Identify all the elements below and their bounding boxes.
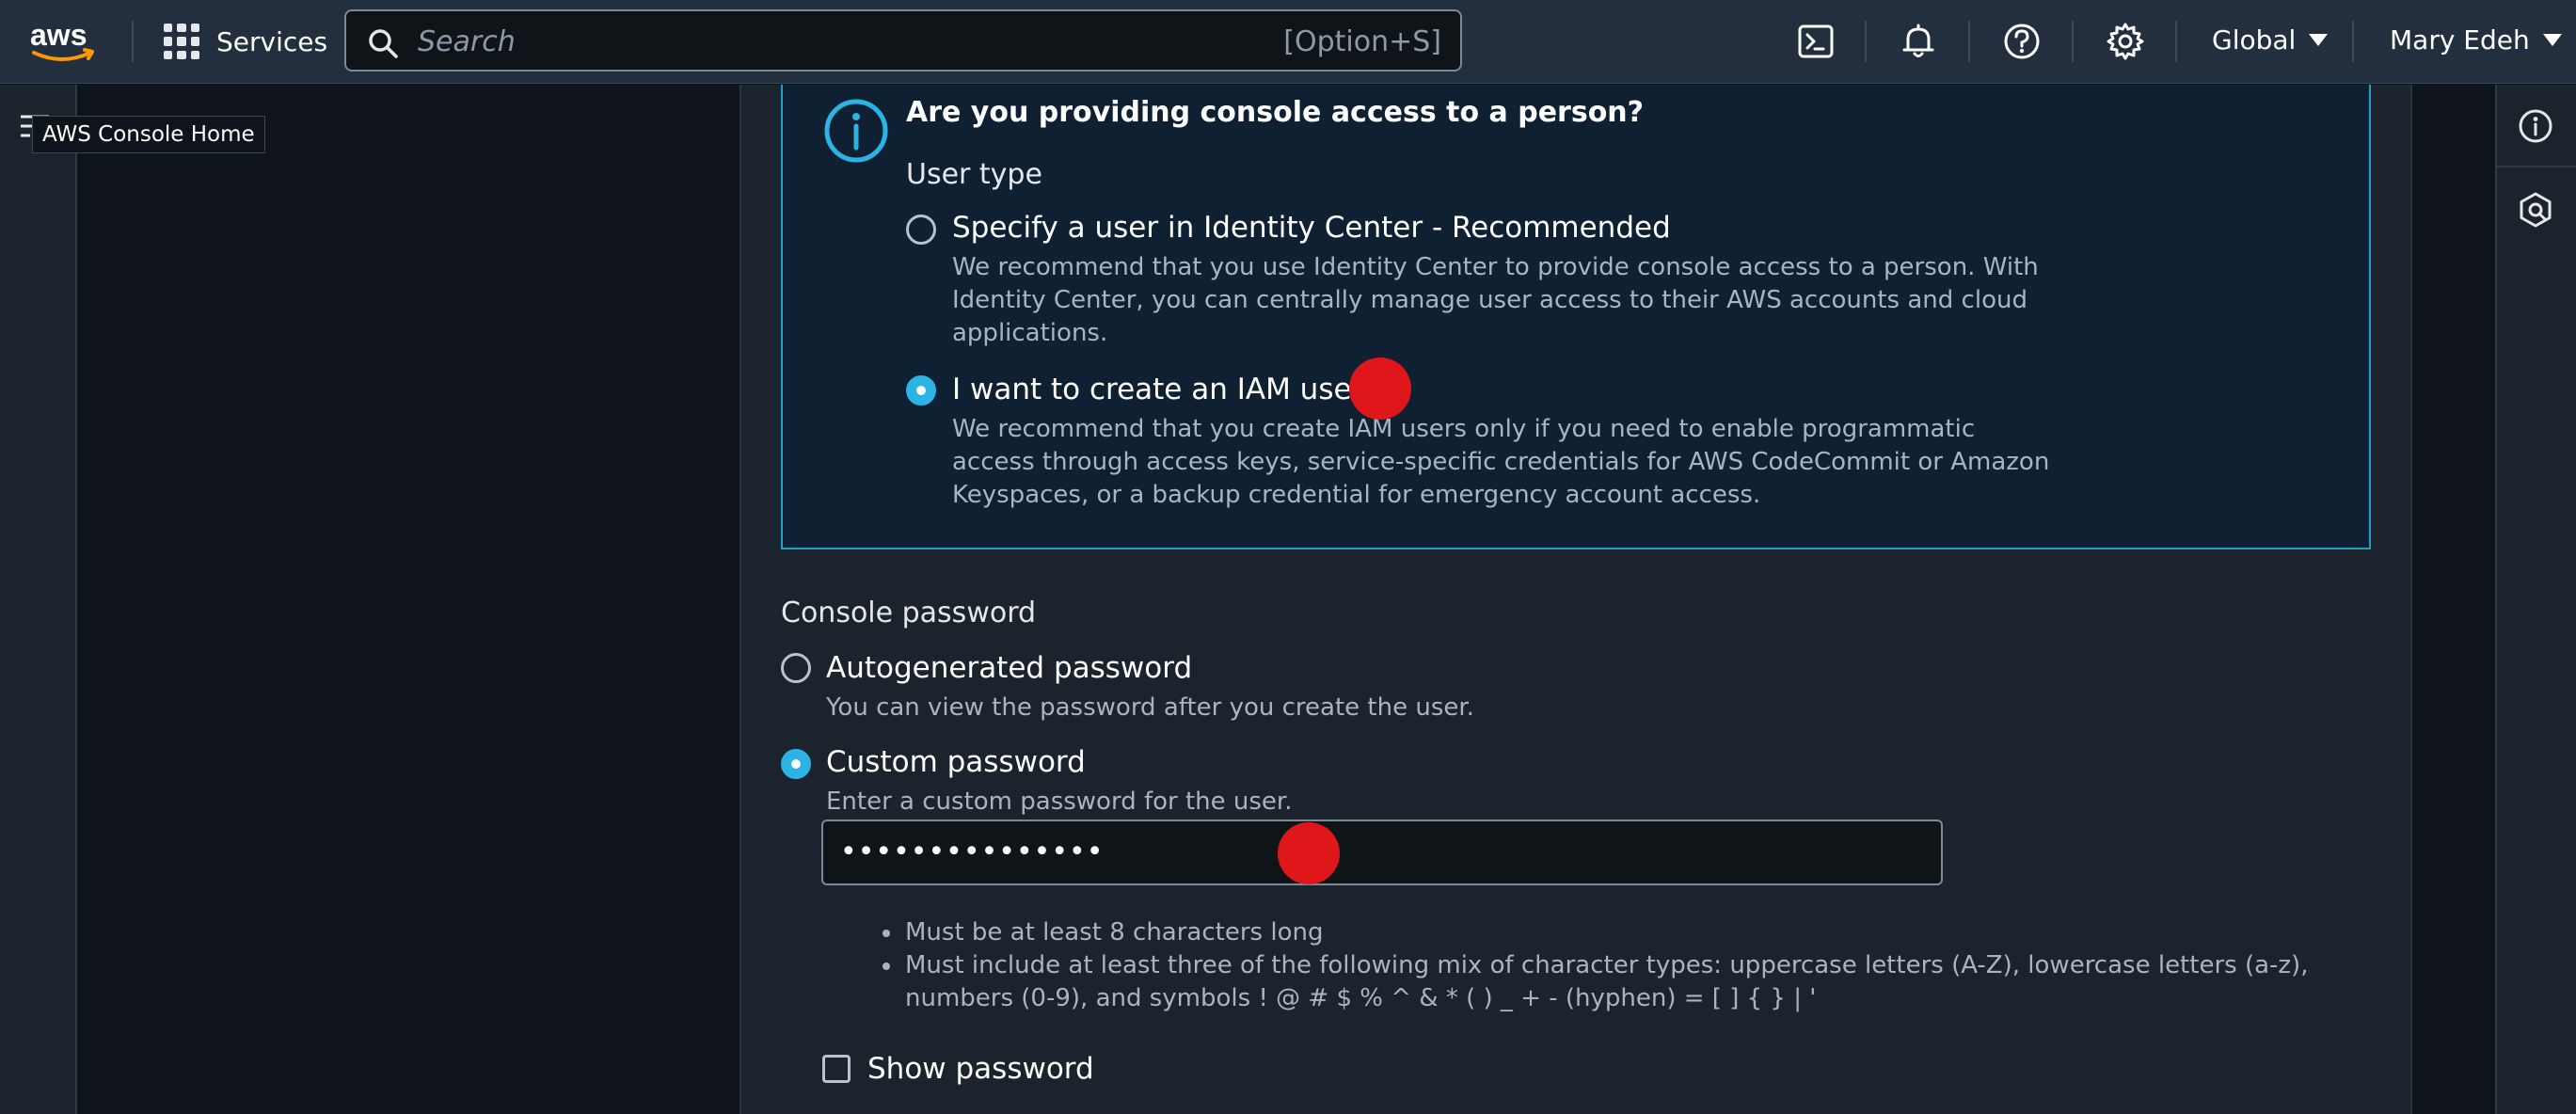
- user-name: Mary Edeh: [2390, 24, 2530, 56]
- services-menu-button[interactable]: Services: [164, 21, 327, 62]
- info-panel-title: Are you providing console access to a pe…: [906, 96, 1645, 129]
- identity-center-option-label[interactable]: Specify a user in Identity Center - Reco…: [952, 211, 1671, 245]
- aws-logo[interactable]: aws: [28, 15, 100, 68]
- autogenerated-password-description: You can view the password after you crea…: [826, 693, 1474, 722]
- nav-divider: [2352, 21, 2354, 62]
- identity-center-radio[interactable]: [906, 215, 936, 245]
- description-line: We recommend that you use Identity Cente…: [952, 253, 2039, 281]
- description-line: Identity Center, you can centrally manag…: [952, 286, 2027, 314]
- nav-divider: [2072, 21, 2074, 62]
- description-line: Keyspaces, or a backup credential for em…: [952, 481, 1761, 509]
- custom-password-label[interactable]: Custom password: [826, 745, 1086, 779]
- iam-user-option-description: We recommend that you create IAM users o…: [952, 413, 2049, 512]
- bell-icon[interactable]: [1898, 21, 1939, 62]
- password-rule: Must include at least three of the follo…: [881, 949, 2339, 1015]
- region-selector[interactable]: Global: [2212, 24, 2329, 56]
- top-navigation-bar: aws Services Search [Option+S] Global Ma…: [0, 0, 2576, 84]
- custom-password-description: Enter a custom password for the user.: [826, 788, 1293, 816]
- description-line: We recommend that you create IAM users o…: [952, 415, 1976, 443]
- identity-center-option-description: We recommend that you use Identity Cente…: [952, 251, 2039, 350]
- related-resources-icon[interactable]: [2517, 191, 2554, 229]
- description-line: access through access keys, service-spec…: [952, 448, 2050, 476]
- password-rule: Must be at least 8 characters long: [881, 916, 2339, 949]
- annotation-marker: [1349, 358, 1411, 420]
- search-icon: [369, 29, 398, 58]
- console-home-tooltip: AWS Console Home: [32, 116, 265, 153]
- show-password-label[interactable]: Show password: [867, 1052, 1094, 1086]
- autogenerated-password-label[interactable]: Autogenerated password: [826, 651, 1192, 685]
- description-line: applications.: [952, 319, 1108, 347]
- autogenerated-password-radio[interactable]: [781, 653, 811, 683]
- region-label: Global: [2212, 24, 2297, 56]
- search-input[interactable]: Search [Option+S]: [344, 9, 1462, 72]
- caret-down-icon: [2309, 34, 2329, 46]
- search-placeholder: Search: [418, 25, 516, 58]
- nav-divider: [1865, 21, 1867, 62]
- account-menu[interactable]: Mary Edeh: [2390, 24, 2562, 56]
- services-grid-icon: [164, 24, 199, 59]
- nav-divider: [132, 21, 134, 62]
- search-shortcut-hint: [Option+S]: [1283, 25, 1441, 58]
- info-panel-icon[interactable]: [2517, 107, 2554, 145]
- panel-divider: [2497, 166, 2576, 167]
- annotation-marker: [1278, 822, 1340, 884]
- nav-divider: [1968, 21, 1970, 62]
- custom-password-input[interactable]: •••••••••••••••: [821, 820, 1943, 885]
- side-nav-strip: [0, 85, 77, 1114]
- show-password-checkbox[interactable]: [822, 1055, 851, 1083]
- nav-divider: [2175, 21, 2177, 62]
- user-type-label: User type: [906, 158, 1042, 191]
- iam-user-radio[interactable]: [906, 375, 936, 406]
- help-icon[interactable]: [2001, 21, 2043, 62]
- console-password-label: Console password: [781, 597, 1037, 629]
- svg-text:aws: aws: [30, 18, 87, 52]
- iam-user-option-label[interactable]: I want to create an IAM user: [952, 373, 1363, 406]
- gear-icon[interactable]: [2105, 21, 2146, 62]
- caret-down-icon: [2542, 34, 2562, 46]
- password-requirements-list: Must be at least 8 characters long Must …: [881, 916, 2339, 1015]
- custom-password-radio[interactable]: [781, 749, 811, 779]
- cloudshell-icon[interactable]: [1795, 21, 1837, 62]
- services-label: Services: [216, 25, 328, 57]
- info-icon: [824, 99, 888, 163]
- utility-panel-strip: [2495, 85, 2576, 1114]
